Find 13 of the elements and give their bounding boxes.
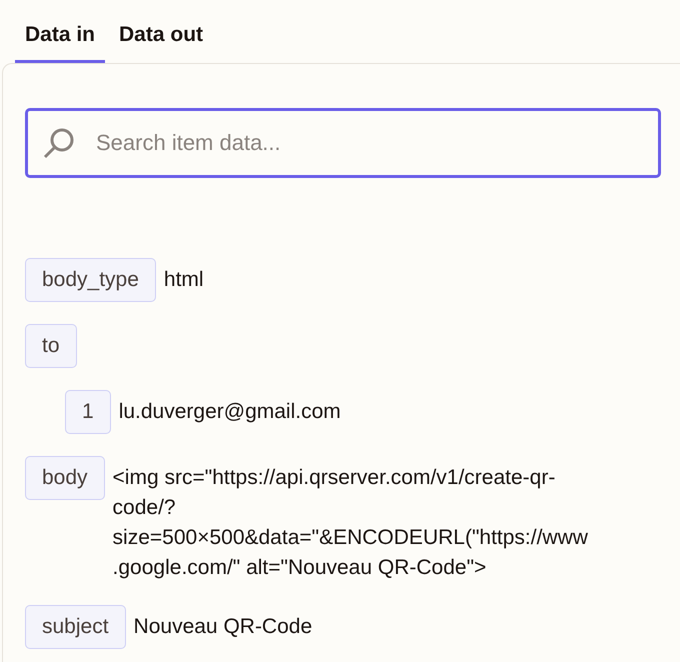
- field-key: 1: [65, 390, 111, 434]
- tab[interactable]: Data in: [15, 0, 106, 63]
- field-value: lu.duverger@gmail.com: [118, 399, 341, 425]
- field-key: body: [25, 456, 105, 500]
- search-field[interactable]: Search item data...: [25, 108, 661, 178]
- tab[interactable]: Data out: [109, 0, 214, 63]
- search-icon: [42, 127, 76, 159]
- field-value: <img src="https://api.qrserver.com/v1/create-qr-code/?size=500×500&data="&ENCODEURL("https://www.google.com/" alt="Nouveau QR-Code">: [112, 465, 589, 581]
- field-key: subject: [25, 605, 126, 649]
- field-value: html: [164, 267, 204, 293]
- field-value: Nouveau QR-Code: [134, 614, 312, 640]
- field-key: body_type: [25, 258, 156, 302]
- field-key: to: [25, 324, 77, 368]
